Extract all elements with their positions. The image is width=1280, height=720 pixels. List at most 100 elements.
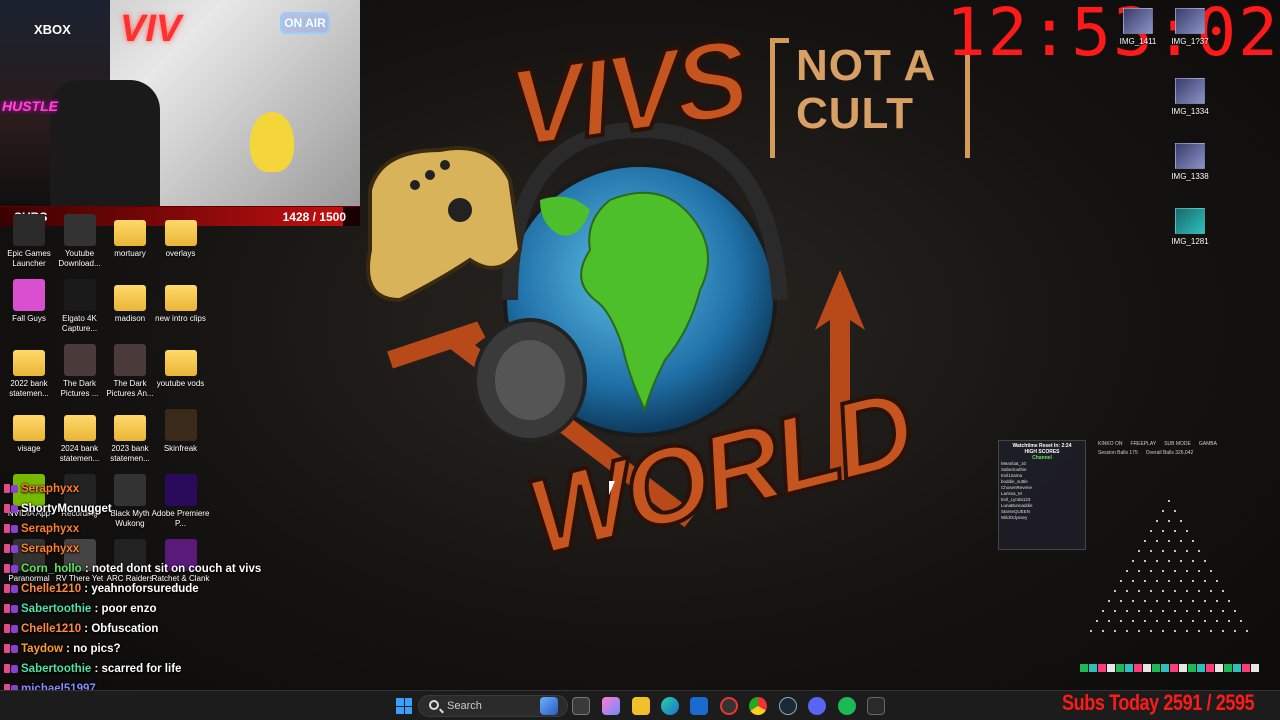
plinko-peg — [1150, 550, 1152, 552]
plinko-peg — [1120, 620, 1122, 622]
plinko-peg — [1162, 550, 1164, 552]
plinko-peg — [1156, 520, 1158, 522]
plinko-peg — [1180, 580, 1182, 582]
chat-separator: : — [81, 563, 92, 575]
plinko-peg — [1144, 580, 1146, 582]
plinko-stat: Overall Balls 326,042 — [1145, 450, 1194, 456]
desktop-icon-img[interactable]: IMG_1411 — [1108, 8, 1168, 46]
webcam-feed: XBOX VIV ON AIR HUSTLE — [0, 0, 360, 206]
plinko-stat: FREEPLAY — [1130, 441, 1157, 447]
plinko-peg — [1186, 630, 1188, 632]
sub-badge-icon — [4, 504, 10, 514]
desktop-icon[interactable]: 2023 bank statemen... — [101, 409, 159, 464]
desktop-icon[interactable]: Skinfreak — [152, 409, 210, 454]
plinko-peg — [1162, 590, 1164, 592]
heart-badge-icon — [11, 604, 18, 613]
copilot-icon[interactable] — [602, 697, 620, 715]
desktop-icon[interactable]: Black Myth Wukong — [101, 474, 159, 529]
high-scores-list: Meanbat_10 Sabertoothie Evil12ama boddie_su… — [1001, 461, 1083, 521]
plinko-peg — [1144, 540, 1146, 542]
plinko-peg — [1216, 580, 1218, 582]
desktop-icon[interactable]: new intro clips — [152, 279, 210, 324]
desktop-icon-label: 2022 bank statemen... — [9, 379, 49, 398]
sub-badge-icon — [4, 644, 10, 654]
desktop-icon[interactable]: Youtube Download... — [51, 214, 109, 269]
desktop-icon-label: Elgato 4K Capture... — [61, 314, 98, 333]
start-button[interactable] — [396, 698, 412, 714]
chat-username: Chelle1210 — [21, 583, 82, 595]
neon-sign: VIV — [120, 8, 182, 50]
steam-icon[interactable] — [779, 697, 797, 715]
desktop-icon[interactable]: Adobe Premiere P... — [152, 474, 210, 529]
spotify-icon[interactable] — [838, 697, 856, 715]
headphone-cup-inner — [495, 340, 565, 420]
app-icon — [164, 409, 197, 441]
plinko-bucket — [1197, 664, 1205, 672]
plinko-peg — [1126, 630, 1128, 632]
desktop-icon[interactable]: mortuary — [101, 214, 159, 259]
plinko-peg — [1156, 560, 1158, 562]
chat-username: Seraphyxx — [21, 543, 80, 555]
chat-username: Taydow — [21, 643, 63, 655]
edge-icon[interactable] — [661, 697, 679, 715]
plinko-peg — [1114, 590, 1116, 592]
desktop-icon[interactable]: Elgato 4K Capture... — [51, 279, 109, 334]
chat-message: Seraphyxx — [0, 523, 79, 535]
plinko-peg — [1198, 570, 1200, 572]
folder-icon — [114, 285, 146, 311]
desktop-icon[interactable]: The Dark Pictures ... — [51, 344, 109, 399]
desktop-icon[interactable]: 2024 bank statemen... — [51, 409, 109, 464]
chrome-icon[interactable] — [749, 697, 767, 715]
plinko-peg — [1132, 560, 1134, 562]
widgets-icon[interactable] — [540, 697, 558, 715]
heart-badge-icon — [11, 564, 18, 573]
terminal-icon[interactable] — [867, 697, 885, 715]
plinko-peg — [1162, 570, 1164, 572]
heart-badge-icon — [11, 644, 18, 653]
obs-icon[interactable] — [720, 697, 738, 715]
app-icon — [114, 474, 146, 506]
desktop-icon[interactable]: Fall Guys — [0, 279, 58, 324]
plinko-peg — [1156, 600, 1158, 602]
plinko-peg — [1168, 620, 1170, 622]
plinko-bucket — [1170, 664, 1178, 672]
task-view-icon[interactable] — [572, 697, 590, 715]
folder-icon — [114, 220, 146, 246]
image-thumbnail — [1175, 78, 1205, 104]
subs-goal-count: 1428 / 1500 — [282, 210, 346, 224]
plinko-peg — [1192, 540, 1194, 542]
desktop-icon-img[interactable]: IMG_1338 — [1160, 143, 1220, 181]
desktop-icon[interactable]: overlays — [152, 214, 210, 259]
plinko-peg — [1108, 620, 1110, 622]
chat-separator: : — [91, 603, 102, 615]
discord-icon[interactable] — [808, 697, 826, 715]
chat-username: Chelle1210 — [21, 623, 82, 635]
desktop-icon[interactable]: 2022 bank statemen... — [0, 344, 58, 399]
desktop-icon[interactable]: ARC Raiders — [101, 539, 159, 584]
desktop-icon-img[interactable]: IMG_1?37 — [1160, 8, 1220, 46]
plinko-bucket — [1251, 664, 1259, 672]
app-icon — [164, 474, 197, 506]
tagline-line2: CULT — [796, 89, 915, 138]
desktop-icon[interactable]: visage — [0, 409, 58, 454]
chat-text: no pics? — [73, 643, 121, 655]
chat-separator: : — [91, 663, 102, 675]
desktop-icon-label: IMG_1411 — [1119, 37, 1157, 46]
plinko-peg — [1162, 610, 1164, 612]
plinko-bucket — [1242, 664, 1250, 672]
desktop-icon[interactable]: The Dark Pictures An... — [101, 344, 159, 399]
desktop-icon-img[interactable]: IMG_1281 — [1160, 208, 1220, 246]
store-icon[interactable] — [690, 697, 708, 715]
plinko-peg — [1162, 630, 1164, 632]
vivs-world-artwork: VIVS WORLD NOT A CULT — [360, 0, 1000, 690]
plinko-peg — [1138, 570, 1140, 572]
image-thumbnail — [1175, 8, 1205, 34]
desktop-icon-label: The Dark Pictures An... — [106, 379, 154, 398]
desktop-icon[interactable]: madison — [101, 279, 159, 324]
folder-icon — [13, 350, 45, 376]
desktop-icon[interactable]: youtube vods — [152, 344, 210, 389]
file-explorer-icon[interactable] — [632, 697, 650, 715]
plinko-peg — [1198, 630, 1200, 632]
desktop-icon-img[interactable]: IMG_1334 — [1160, 78, 1220, 116]
desktop-icon[interactable]: Epic Games Launcher — [0, 214, 58, 269]
